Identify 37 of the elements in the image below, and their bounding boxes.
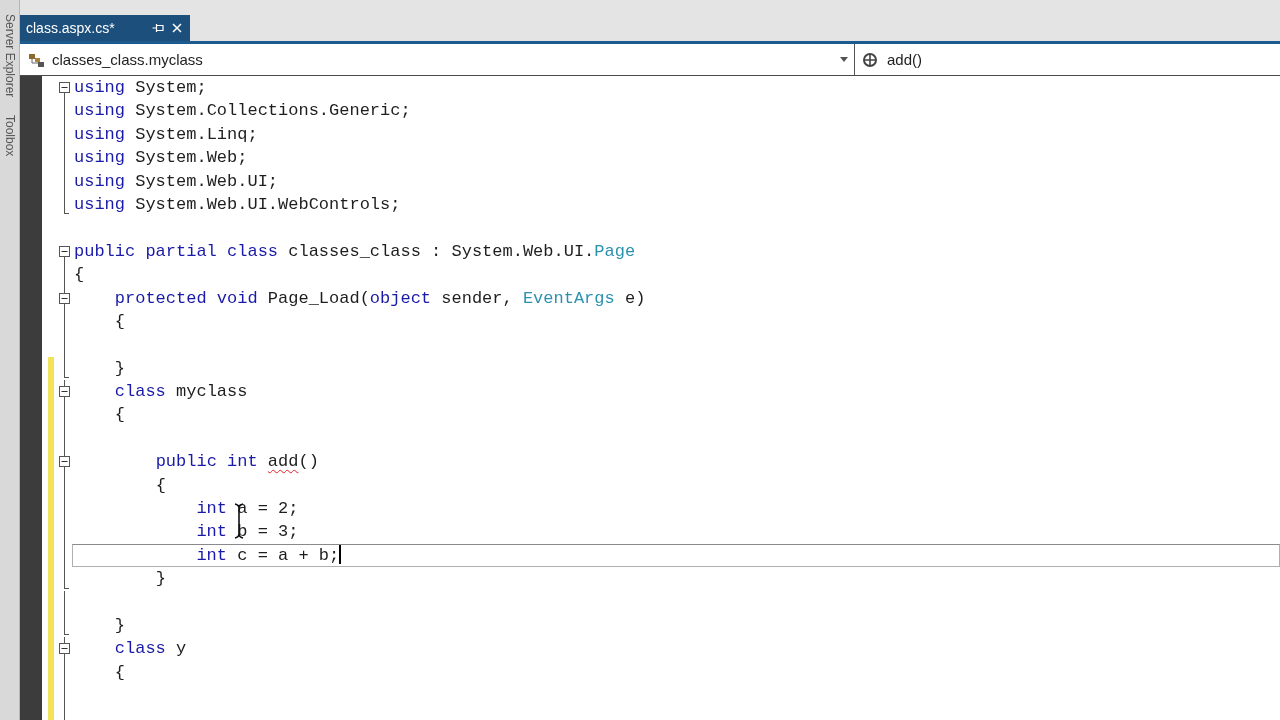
member-dropdown[interactable]: add() — [855, 44, 1280, 75]
code-line: using System.Collections.Generic; — [74, 101, 411, 121]
code-line: protected void Page_Load(object sender, EventArgs e) — [114, 288, 646, 308]
document-tab[interactable]: class.aspx.cs* — [20, 15, 190, 41]
code-line: public partial class classes_class : System.Web.UI.Page — [74, 241, 636, 261]
close-icon[interactable] — [172, 23, 182, 33]
code-line: using System.Web.UI; — [74, 171, 279, 191]
pin-icon[interactable] — [152, 23, 164, 33]
code-line: } — [114, 616, 125, 635]
code-line: class y — [114, 639, 187, 659]
linked-blocks-icon — [28, 51, 46, 68]
code-line: using System.Web; — [74, 148, 248, 168]
collapse-icon[interactable] — [59, 245, 70, 257]
collapse-icon[interactable] — [59, 643, 70, 655]
type-dropdown[interactable]: classes_class.myclass — [20, 44, 855, 75]
code-line: using System.Web.UI.WebControls; — [74, 194, 401, 214]
code-line: public int add() — [155, 452, 319, 472]
code-line: class myclass — [114, 382, 248, 402]
collapse-icon[interactable] — [59, 292, 70, 304]
code-line: } — [155, 569, 166, 589]
caret-icon — [840, 57, 848, 62]
code-line: using System; — [74, 78, 207, 97]
code-line: { — [114, 662, 125, 682]
code-line: { — [114, 405, 125, 425]
circled-cross-icon — [863, 52, 877, 67]
code-line: { — [155, 475, 166, 495]
code-line: { — [114, 311, 125, 331]
side-tab[interactable]: Toolbox — [2, 115, 17, 157]
code-line: using System.Linq; — [74, 124, 258, 144]
side-tab[interactable]: Server Explorer — [2, 14, 17, 98]
code-line: int c = a + b; — [196, 545, 340, 565]
code-line: { — [74, 265, 85, 285]
collapse-icon[interactable] — [59, 82, 70, 93]
code-line: } — [114, 358, 125, 378]
collapse-icon[interactable] — [59, 456, 70, 468]
collapse-icon[interactable] — [59, 386, 70, 398]
text-cursor-icon — [339, 544, 342, 564]
